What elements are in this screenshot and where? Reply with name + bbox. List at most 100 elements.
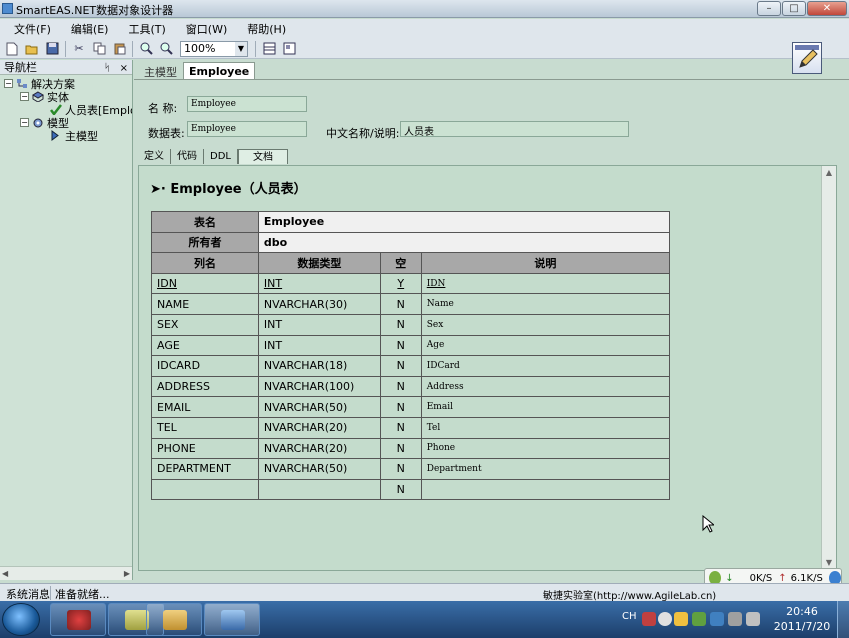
- start-button[interactable]: [2, 603, 40, 636]
- cell-data-type: INT: [257, 334, 381, 357]
- table-field[interactable]: Employee: [187, 121, 307, 137]
- zoom-out-icon[interactable]: [158, 41, 174, 57]
- collapse-toggle-icon[interactable]: −: [20, 92, 29, 101]
- chevron-down-icon[interactable]: ▼: [235, 41, 247, 56]
- network-icon[interactable]: [710, 612, 724, 626]
- tree-node-solution[interactable]: − 解决方案: [2, 77, 132, 90]
- show-desktop-button[interactable]: [837, 601, 849, 638]
- taskbar-app-4-active[interactable]: [204, 603, 260, 636]
- tab-definition[interactable]: 定义: [138, 149, 171, 164]
- tree-node-entity[interactable]: − 实体: [2, 90, 132, 103]
- toolbar-separator: [132, 40, 133, 57]
- cell-nullable: N: [379, 437, 422, 460]
- cell-column-name: EMAIL: [151, 396, 259, 418]
- minimize-button[interactable]: –: [757, 1, 781, 16]
- toolbar-separator: [65, 40, 66, 57]
- menu-window[interactable]: 窗口(W): [178, 21, 235, 37]
- table-name-value: Employee: [257, 211, 671, 233]
- menu-file[interactable]: 文件(F): [6, 21, 59, 37]
- tab-code[interactable]: 代码: [171, 149, 204, 164]
- menu-tools[interactable]: 工具(T): [120, 21, 173, 37]
- chevron-up-icon[interactable]: ▲: [822, 166, 836, 180]
- check-icon: [50, 104, 62, 116]
- name-label: 名 称:: [148, 102, 178, 115]
- volume-icon[interactable]: [728, 612, 742, 626]
- input-method-icon[interactable]: [642, 612, 656, 626]
- upload-speed: 6.1K/S: [790, 572, 823, 584]
- cell-data-type: NVARCHAR(50): [257, 396, 381, 418]
- taskbar-app-1[interactable]: [50, 603, 106, 636]
- zoom-select[interactable]: 100% ▼: [180, 40, 248, 57]
- cell-data-type: INT: [257, 272, 381, 295]
- collapse-toggle-icon[interactable]: −: [4, 79, 13, 88]
- cell-column-name: ADDRESS: [151, 375, 259, 398]
- entity-icon: [32, 91, 44, 103]
- cell-column-name: IDCARD: [151, 355, 259, 377]
- cell-column-name: DEPARTMENT: [151, 458, 259, 480]
- tree-label: 人员表[Employee]: [65, 103, 132, 117]
- layout-icon[interactable]: [261, 41, 277, 57]
- vertical-scrollbar[interactable]: ▲ ▼: [821, 166, 836, 570]
- cell-description: Address: [420, 375, 671, 398]
- table-row: NAME NVARCHAR(30) N Name: [151, 293, 671, 315]
- cell-nullable: N: [379, 396, 422, 418]
- clock[interactable]: 20:46 2011/7/20: [772, 604, 832, 634]
- close-button[interactable]: ✕: [807, 1, 847, 16]
- status-system-message: 系统消息: [6, 588, 50, 601]
- language-indicator[interactable]: CH: [622, 611, 637, 622]
- chevron-left-icon[interactable]: ◀: [2, 569, 8, 578]
- app-icon: [2, 3, 13, 14]
- tab-main-model[interactable]: 主模型: [138, 64, 183, 80]
- collapse-toggle-icon[interactable]: −: [20, 118, 29, 127]
- keyboard-icon[interactable]: [674, 612, 688, 626]
- tray-app-icon[interactable]: [692, 612, 706, 626]
- owner-value: dbo: [257, 231, 671, 254]
- paste-icon[interactable]: [111, 41, 127, 57]
- clock-date: 2011/7/20: [773, 620, 831, 633]
- cut-icon[interactable]: ✂: [71, 41, 87, 57]
- table-name-row: 表名 Employee: [151, 211, 671, 233]
- cell-description: Sex: [420, 313, 671, 336]
- cn-name-field[interactable]: 人员表: [400, 121, 629, 138]
- taskbar-app-3[interactable]: [146, 603, 202, 636]
- nav-header: 导航栏 ᛋ ×: [0, 60, 132, 75]
- cell-description: Email: [420, 396, 671, 418]
- tree-node-employee[interactable]: 人员表[Employee]: [2, 103, 132, 116]
- document-icon[interactable]: [281, 41, 297, 57]
- cn-name-label: 中文名称/说明:: [326, 127, 400, 140]
- tab-ddl[interactable]: DDL: [204, 149, 238, 164]
- nav-title: 导航栏: [4, 61, 37, 74]
- cell-description: IDCard: [420, 355, 671, 377]
- table-row: EMAIL NVARCHAR(50) N Email: [151, 396, 671, 418]
- name-field[interactable]: Employee: [187, 96, 307, 112]
- maximize-button[interactable]: □: [782, 1, 806, 16]
- menu-bar: 文件(F) 编辑(E) 工具(T) 窗口(W) 帮助(H): [0, 19, 849, 39]
- pin-icon[interactable]: ᛋ: [104, 63, 110, 74]
- tab-document[interactable]: 文档: [237, 149, 288, 164]
- menu-edit[interactable]: 编辑(E): [63, 21, 117, 37]
- tree-label: 解决方案: [31, 77, 75, 91]
- tree-node-model[interactable]: − 模型: [2, 116, 132, 129]
- flag-icon[interactable]: [746, 612, 760, 626]
- cell-nullable: Y: [379, 272, 422, 295]
- save-icon[interactable]: [44, 41, 60, 57]
- table-name-label: 表名: [151, 211, 259, 233]
- cell-column-name: AGE: [151, 334, 259, 357]
- app-swirl-icon: [67, 610, 91, 630]
- pencil-edit-icon[interactable]: [792, 42, 822, 74]
- close-icon[interactable]: ×: [120, 63, 128, 74]
- menu-help[interactable]: 帮助(H): [239, 21, 294, 37]
- chevron-right-icon[interactable]: ▶: [124, 569, 130, 578]
- cell-data-type: INT: [257, 313, 381, 336]
- system-tray: CH 20:46 2011/7/20: [600, 601, 849, 638]
- copy-icon[interactable]: [91, 41, 107, 57]
- cell-description: [420, 478, 671, 501]
- new-file-icon[interactable]: [4, 41, 20, 57]
- nav-horizontal-scrollbar[interactable]: ◀ ▶: [0, 566, 132, 580]
- owner-row: 所有者 dbo: [151, 231, 671, 254]
- zoom-in-icon[interactable]: [138, 41, 154, 57]
- tab-employee[interactable]: Employee: [183, 62, 256, 80]
- tree-node-main-model[interactable]: 主模型: [2, 129, 132, 142]
- open-folder-icon[interactable]: [24, 41, 40, 57]
- help-icon[interactable]: [658, 612, 672, 626]
